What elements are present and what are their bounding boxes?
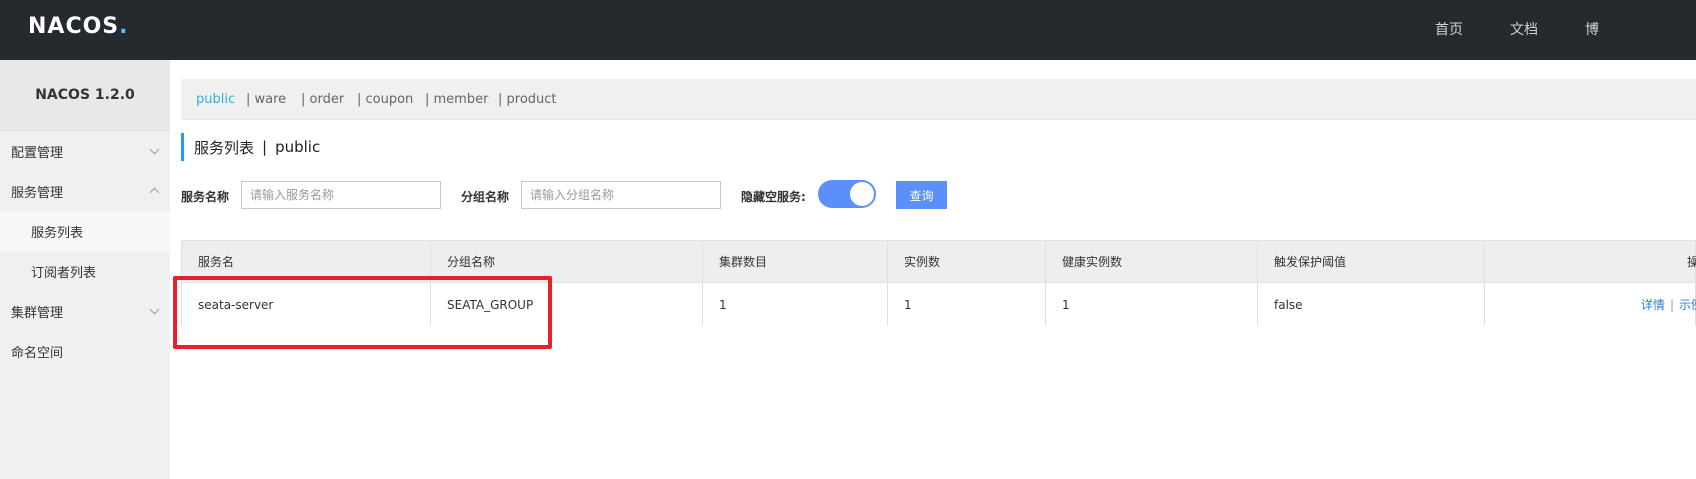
page-title-text: 服务列表: [194, 138, 255, 157]
sidebar-item-namespace[interactable]: 命名空间: [0, 331, 170, 371]
page-title-namespace: public: [275, 138, 321, 156]
cell-group-name: SEATA_GROUP: [430, 283, 702, 326]
sidebar-item-label: 订阅者列表: [31, 265, 97, 281]
cell-service-name: seata-server: [198, 297, 274, 312]
namespace-bar: public | ware | order | coupon | member …: [181, 79, 1696, 120]
namespace-tab-member[interactable]: | member: [425, 92, 488, 107]
cell-actions: 详情 | 示例代码: [1484, 283, 1696, 326]
namespace-tab-coupon[interactable]: | coupon: [357, 92, 413, 107]
namespace-tab-order[interactable]: | order: [301, 92, 344, 107]
top-header: NACOS. 首页 文档 博: [0, 0, 1696, 60]
chevron-down-icon: [149, 144, 160, 155]
top-nav: 首页 文档 博: [1396, 0, 1696, 60]
actions-separator: |: [1669, 297, 1674, 312]
sidebar-item-cluster-management[interactable]: 集群管理: [0, 291, 170, 331]
cell-cluster-count: 1: [702, 283, 887, 326]
sidebar-item-label: 服务管理: [11, 185, 64, 201]
column-header-cluster-count: 集群数目: [702, 241, 887, 282]
table-row: seata-server SEATA_GROUP 1 1 1 false 详情 …: [182, 283, 1696, 326]
column-header-protect-threshold: 触发保护阈值: [1257, 241, 1484, 282]
hide-empty-toggle[interactable]: [818, 180, 876, 208]
column-header-actions: 操作: [1484, 241, 1696, 282]
column-header-group-name: 分组名称: [430, 241, 702, 282]
sidebar: NACOS 1.2.0 配置管理 服务管理 服务列表 订阅者列表 集群管理 命名…: [0, 60, 170, 479]
cell-instance-count: 1: [887, 283, 1045, 326]
sample-code-link[interactable]: 示例代码: [1679, 296, 1696, 313]
sidebar-item-service-list[interactable]: 服务列表: [0, 211, 170, 251]
service-name-input[interactable]: [241, 181, 441, 209]
namespace-tab-public[interactable]: public: [196, 92, 235, 107]
column-header-healthy-count: 健康实例数: [1045, 241, 1257, 282]
query-button[interactable]: 查询: [896, 181, 947, 209]
nacos-logo[interactable]: NACOS.: [28, 14, 129, 39]
column-header-actions-label: 操作: [1687, 253, 1696, 270]
table-header: 服务名 分组名称 集群数目 实例数 健康实例数 触发保护阈值 操作: [182, 241, 1696, 283]
sidebar-item-service-management[interactable]: 服务管理: [0, 171, 170, 211]
namespace-tab-product[interactable]: | product: [498, 92, 557, 107]
sidebar-item-config-management[interactable]: 配置管理: [0, 131, 170, 171]
column-header-instance-count: 实例数: [887, 241, 1045, 282]
column-header-service-name: 服务名: [198, 255, 235, 269]
page-title-separator: |: [262, 138, 268, 156]
sidebar-version: NACOS 1.2.0: [0, 60, 170, 131]
toggle-knob: [850, 182, 874, 206]
service-name-label: 服务名称: [181, 190, 230, 204]
sidebar-item-label: 配置管理: [11, 145, 64, 161]
nav-blog-link[interactable]: 博: [1585, 19, 1599, 39]
chevron-up-icon: [149, 187, 160, 198]
namespace-tab-ware[interactable]: | ware: [246, 92, 286, 107]
hide-empty-label: 隐藏空服务:: [741, 190, 806, 204]
nav-home-link[interactable]: 首页: [1435, 19, 1463, 39]
sidebar-item-label: 服务列表: [31, 225, 84, 241]
sidebar-item-subscriber-list[interactable]: 订阅者列表: [0, 251, 170, 291]
nav-docs-link[interactable]: 文档: [1510, 19, 1538, 39]
group-name-input[interactable]: [521, 181, 721, 209]
service-table: 服务名 分组名称 集群数目 实例数 健康实例数 触发保护阈值 操作 seata-…: [181, 240, 1696, 326]
page-title: 服务列表 | public: [181, 133, 320, 161]
cell-protect-threshold: false: [1257, 283, 1484, 326]
detail-link[interactable]: 详情: [1641, 296, 1665, 313]
chevron-down-icon: [149, 304, 160, 315]
group-name-label: 分组名称: [461, 190, 510, 204]
sidebar-item-label: 命名空间: [11, 345, 64, 361]
cell-healthy-count: 1: [1045, 283, 1257, 326]
sidebar-item-label: 集群管理: [11, 305, 64, 321]
